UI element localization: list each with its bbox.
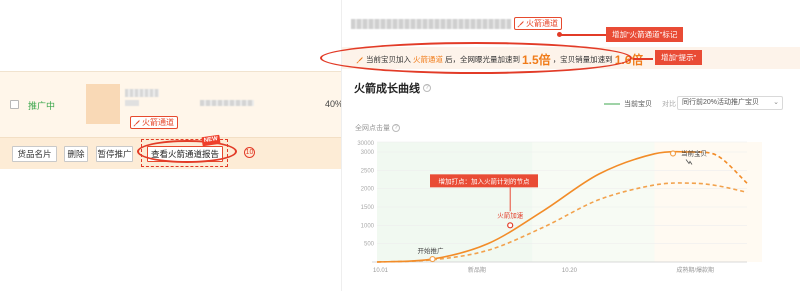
y-tick-label: 500	[364, 242, 375, 248]
annotation-leader-line	[633, 58, 653, 60]
rocket-icon	[133, 119, 140, 126]
annotation-add-tag: 增加"火箭通道"标记	[606, 27, 684, 42]
row-checkbox[interactable]	[10, 100, 19, 109]
y-tick-label: 1000	[361, 223, 375, 229]
product-thumbnail[interactable]	[86, 84, 120, 124]
chart-title: 火箭成长曲线 ?	[354, 80, 431, 96]
status-label: 推广中	[28, 101, 56, 111]
chart-title-text: 火箭成长曲线	[354, 83, 420, 95]
annotation-oval-report	[137, 140, 237, 163]
y-tick-label: 2500	[361, 168, 375, 174]
y-tick-label: 1500	[361, 205, 375, 211]
x-tick-label: 10.20	[562, 268, 578, 274]
delete-button[interactable]: 删除	[64, 146, 88, 162]
y-tick-label: 30000	[357, 141, 374, 147]
step-number-badge: 10	[244, 147, 255, 158]
product-row: 推广中 40% 火箭通道	[0, 72, 343, 136]
annotation-rocket-node-text: 增加打点：加入火箭计划的节点	[439, 176, 531, 185]
product-card-button[interactable]: 货品名片	[12, 146, 57, 162]
product-info-blurred	[200, 100, 254, 106]
product-title-blurred	[125, 89, 159, 97]
growth-chart: 30000 3000 2500 2000 1500 1000 500 10.01 新品期 10.2…	[357, 141, 762, 274]
legend-current-swatch	[604, 103, 620, 105]
y-tick-label: 3000	[361, 150, 375, 156]
annotation-oval-notice	[320, 42, 632, 74]
product-header: 火箭通道 增加"火箭通道"标记	[342, 11, 800, 42]
x-tick-label: 成熟期/爆款期	[676, 266, 714, 274]
rocket-channel-tag: 火箭通道	[130, 116, 178, 129]
label-start: 开始推广	[418, 246, 445, 255]
pause-promotion-button[interactable]: 暂停推广	[96, 146, 133, 162]
rocket-tag-label: 火箭通道	[142, 118, 174, 127]
marker-rocket	[507, 222, 514, 229]
phase-new-bg	[377, 142, 533, 262]
peer-compare-value: 同行前20%活动推广宝贝	[682, 99, 760, 106]
y-tick-label: 2000	[361, 187, 375, 193]
label-rocket: 火箭加速	[497, 210, 524, 219]
legend-compare-label: 对比	[662, 101, 676, 108]
rocket-tag-label: 火箭通道	[526, 19, 558, 28]
rocket-channel-tag: 火箭通道	[514, 17, 562, 30]
chevron-down-icon: ⌄	[773, 99, 779, 106]
phase-mature-bg	[654, 142, 762, 262]
rocket-icon	[517, 20, 524, 27]
x-tick-label: 10.01	[373, 268, 389, 274]
help-icon[interactable]: ?	[423, 84, 431, 92]
product-meta-blurred	[125, 100, 139, 106]
x-tick-label: 新品期	[468, 266, 486, 274]
marker-current	[669, 150, 677, 157]
product-title-blurred	[351, 19, 511, 29]
peer-compare-select[interactable]: 同行前20%活动推广宝贝 ⌄	[677, 96, 783, 110]
annotation-add-notice: 增加"提示"	[655, 50, 703, 65]
annotation-leader-line	[560, 34, 606, 36]
marker-start	[429, 255, 436, 263]
legend-current-label: 当前宝贝	[624, 101, 652, 108]
label-current: 当前宝贝	[681, 148, 707, 157]
